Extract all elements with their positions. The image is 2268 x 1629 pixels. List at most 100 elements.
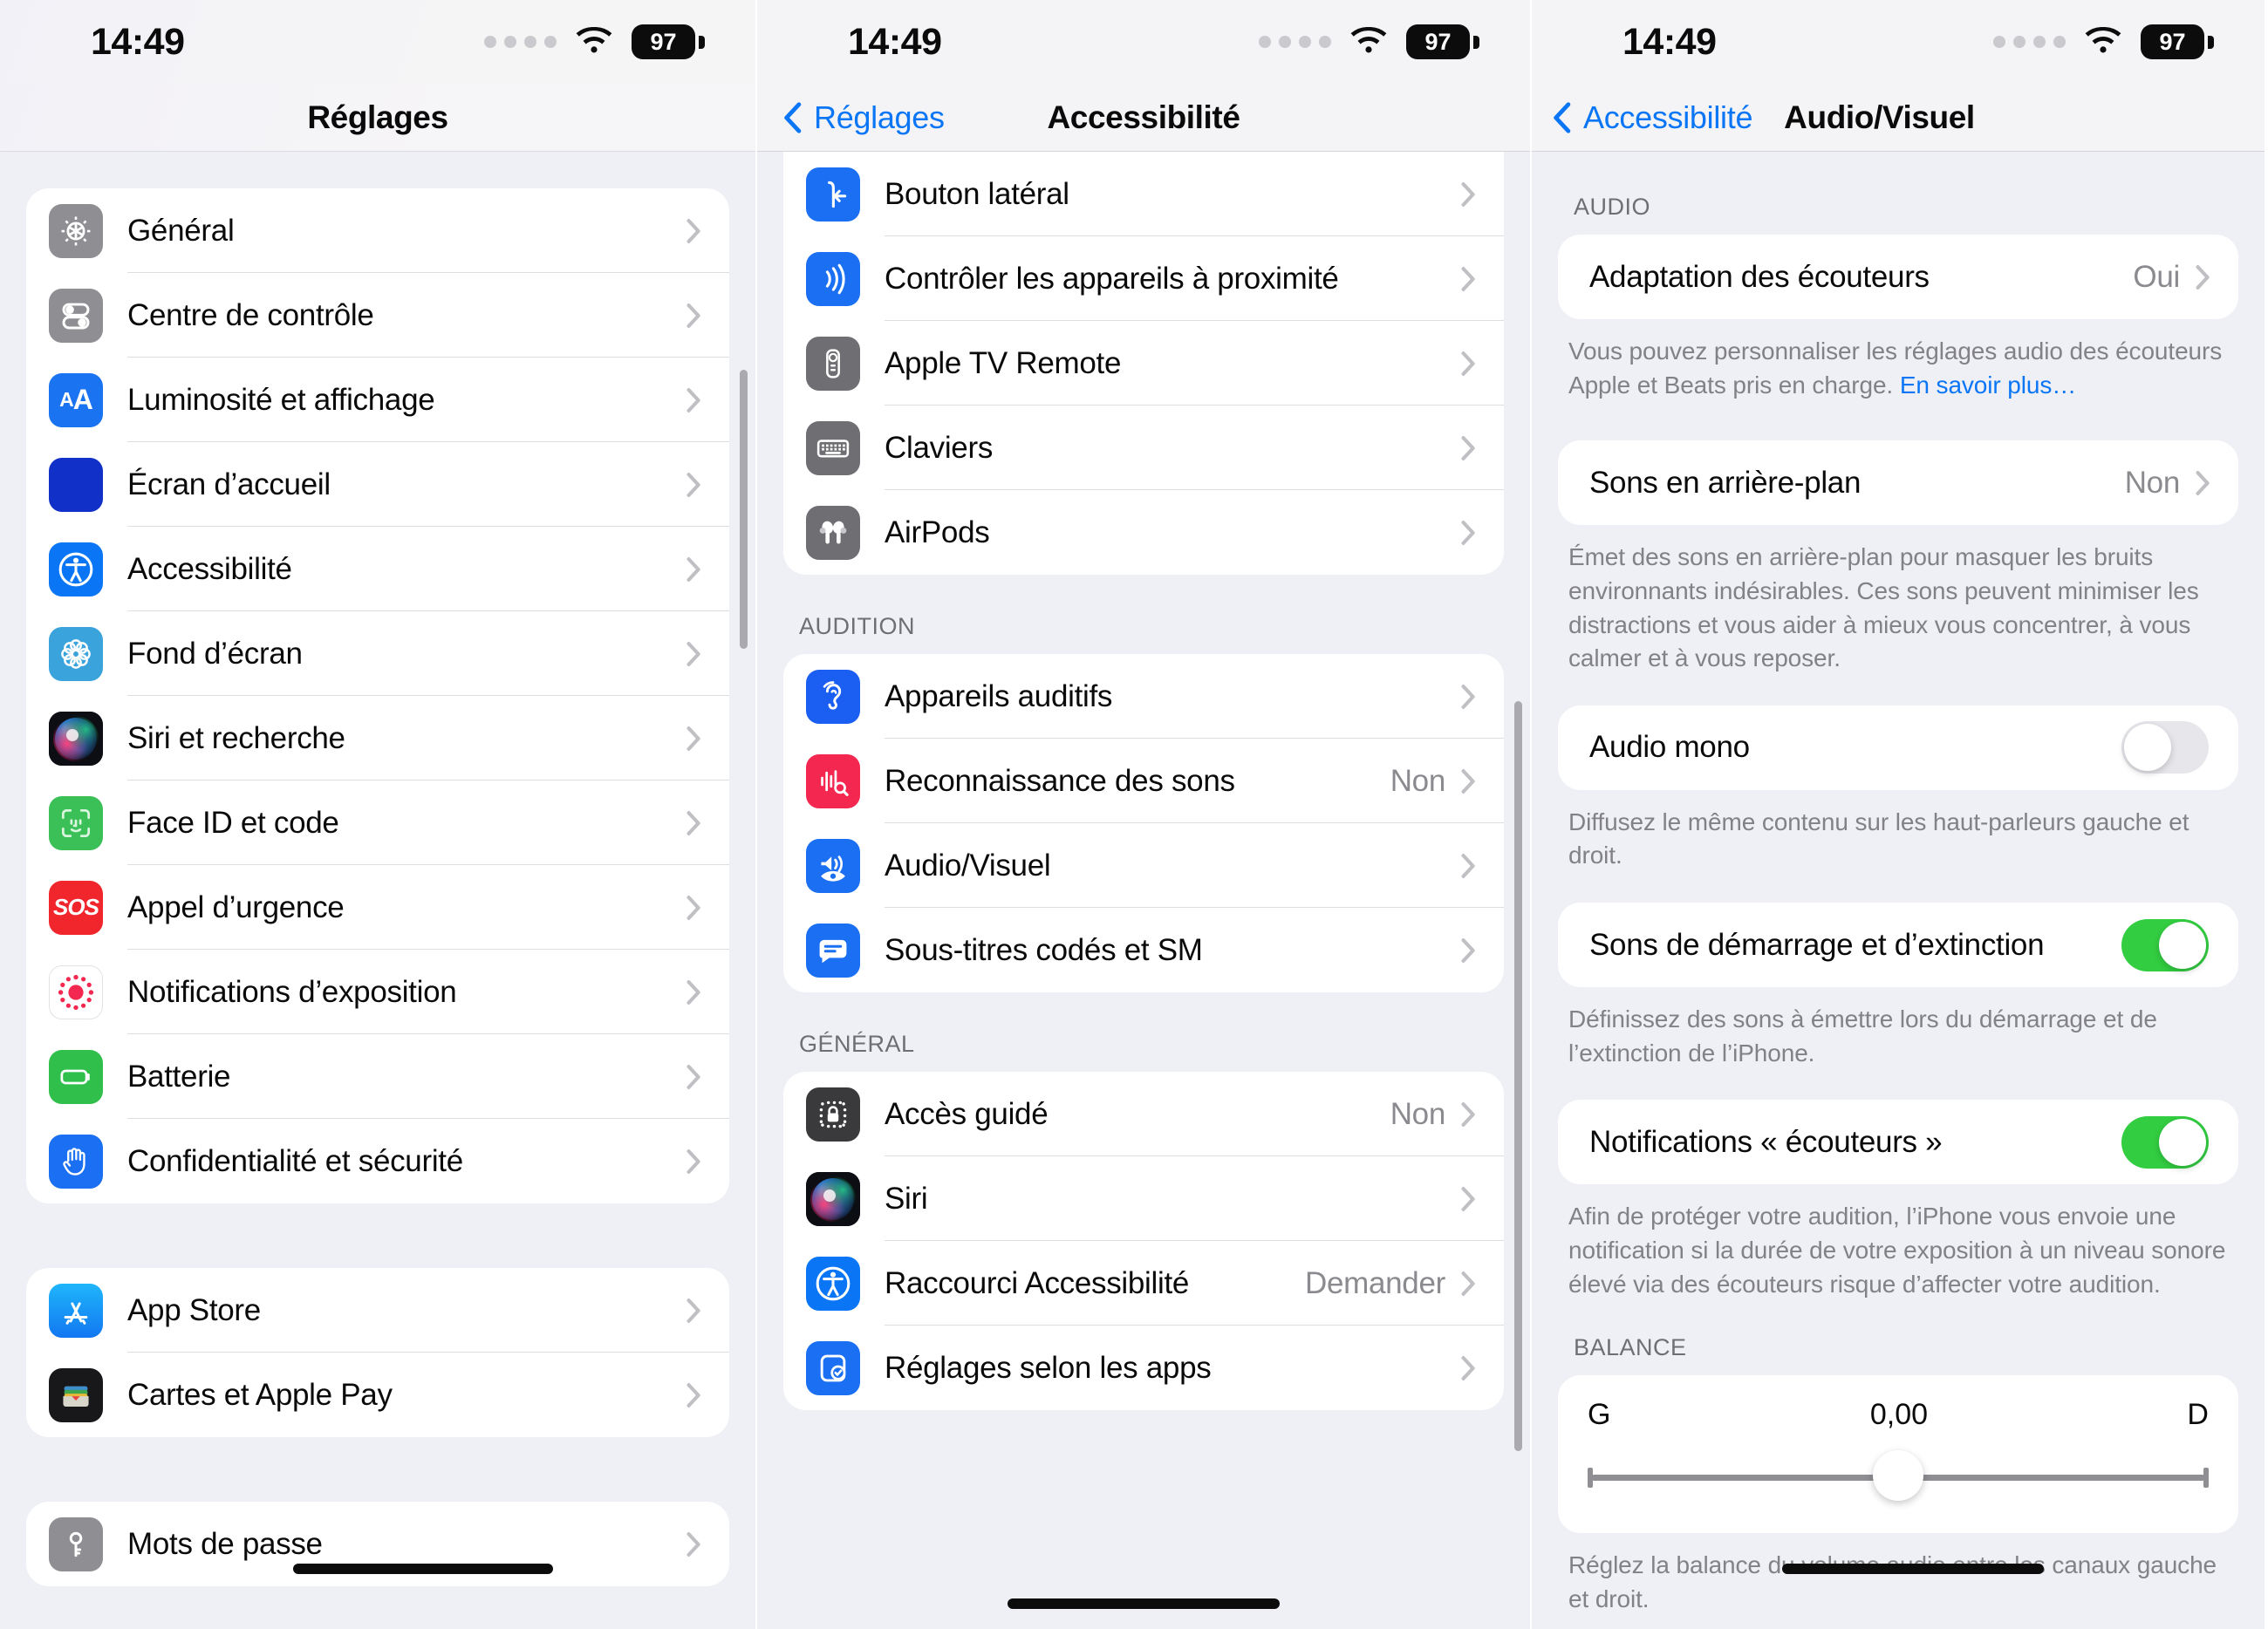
audio-mono-toggle[interactable] [2121,721,2209,774]
row-label: Sons en arrière-plan [1589,465,1862,500]
side-button-icon [806,167,860,222]
row-label: Notifications d’exposition [127,974,457,1009]
apple-tv-remote-icon [806,336,860,391]
chevron-right-icon [1461,1186,1475,1211]
settings-group-main: Général Centre de contrôle A A Luminosit… [26,188,729,1203]
hearing-ear-icon [806,669,860,724]
row-appareils-auditifs[interactable]: Appareils auditifs [783,654,1504,739]
chevron-right-icon [1461,1101,1475,1127]
row-confidentialite-et-securite[interactable]: Confidentialité et sécurité [26,1119,729,1203]
row-reglages-selon-les-apps[interactable]: Réglages selon les apps [783,1326,1504,1410]
row-claviers[interactable]: Claviers [783,406,1504,490]
settings-scroll-2[interactable]: Bouton latéral Contrôler les appareils à… [757,152,1530,1628]
chevron-left-icon [784,101,802,133]
nearby-devices-icon [806,251,860,306]
row-appel-d-urgence[interactable]: SOS Appel d’urgence [26,865,729,950]
row-raccourci-accessibilite[interactable]: Raccourci Accessibilité Demander [783,1241,1504,1326]
chevron-right-icon [1461,853,1475,878]
chevron-right-icon [2196,264,2210,290]
headphone-notifications-toggle[interactable] [2121,1115,2209,1169]
scrollbar-1[interactable] [740,370,748,649]
row-value: Demander [1304,1265,1445,1300]
row-app-store[interactable]: App Store [26,1268,729,1353]
group-background-sounds: Sons en arrière-plan Non [1558,440,2238,526]
chevron-right-icon [687,641,700,666]
row-label: Batterie [127,1059,231,1094]
row-siri-et-recherche[interactable]: Siri et recherche [26,696,729,780]
row-value: Non [2124,465,2181,500]
nav-bar-2: Réglages Accessibilité [757,84,1530,152]
row-ecran-d-accueil[interactable]: Écran d’accueil [26,442,729,527]
back-button-reglages[interactable]: Réglages [783,99,945,136]
row-sons-en-arriere-plan[interactable]: Sons en arrière-plan Non [1558,440,2238,525]
row-siri[interactable]: Siri [783,1156,1504,1241]
row-label: Sons de démarrage et d’extinction [1589,927,2045,962]
group-interaction-partial: Bouton latéral Contrôler les appareils à… [783,152,1504,575]
chevron-right-icon [1461,1355,1475,1380]
row-label: Raccourci Accessibilité [885,1265,1190,1300]
exposure-notifications-icon [49,964,103,1019]
row-reconnaissance-des-sons[interactable]: Reconnaissance des sons Non [783,739,1504,823]
footnote-startup: Définissez des sons à émettre lors du dé… [1568,1005,2157,1067]
row-label: Face ID et code [127,805,339,840]
row-label: Cartes et Apple Pay [127,1377,393,1412]
row-audio-mono[interactable]: Audio mono [1558,705,2238,790]
row-label: Contrôler les appareils à proximité [885,261,1339,296]
app-store-icon [49,1283,103,1338]
chevron-right-icon [687,556,700,582]
wallet-icon [49,1367,103,1422]
balance-right-label: D [2187,1398,2209,1432]
row-label: Siri et recherche [127,720,345,755]
settings-scroll-3[interactable]: AUDIO Adaptation des écouteurs Oui Vous … [1532,152,2265,1628]
row-face-id-et-code[interactable]: Face ID et code [26,780,729,865]
wifi-icon [576,27,612,53]
row-airpods[interactable]: AirPods [783,490,1504,575]
back-button-accessibilite[interactable]: Accessibilité [1553,99,1752,136]
slider-tick-right [2203,1468,2209,1489]
row-acces-guide[interactable]: Accès guidé Non [783,1072,1504,1156]
row-label: Adaptation des écouteurs [1589,259,1930,294]
accessibility-icon [49,542,103,596]
page-title: Réglages [307,99,448,135]
slider-thumb[interactable] [1873,1450,1923,1502]
row-accessibilite[interactable]: Accessibilité [26,527,729,611]
scrollbar-2[interactable] [1514,701,1522,1451]
row-centre-de-controle[interactable]: Centre de contrôle [26,273,729,358]
page-title: Accessibilité [1047,99,1240,135]
row-audio-visuel[interactable]: Audio/Visuel [783,823,1504,908]
wifi-icon [2085,27,2121,53]
battery-percent: 97 [650,28,677,55]
battery-icon: 97 [2141,24,2214,59]
row-sous-titres-codes-et-sm[interactable]: Sous-titres codés et SM [783,908,1504,992]
group-audition: Appareils auditifs Reconnaissance des so… [783,654,1504,992]
row-cartes-et-apple-pay[interactable]: Cartes et Apple Pay [26,1353,729,1437]
row-fond-d-ecran[interactable]: Fond d’écran [26,611,729,696]
back-label: Réglages [814,99,945,135]
row-apple-tv-remote[interactable]: Apple TV Remote [783,321,1504,406]
row-label: Confidentialité et sécurité [127,1143,463,1178]
gear-icon [49,203,103,258]
startup-sounds-toggle[interactable] [2121,918,2209,971]
learn-more-link[interactable]: En savoir plus… [1900,371,2076,399]
sound-recognition-icon [806,753,860,808]
row-sons-de-demarrage[interactable]: Sons de démarrage et d’extinction [1558,903,2238,987]
row-adaptation-des-ecouteurs[interactable]: Adaptation des écouteurs Oui [1558,235,2238,319]
row-notifications-ecouteurs[interactable]: Notifications « écouteurs » [1558,1100,2238,1184]
chevron-right-icon [1461,768,1475,794]
group-startup-sounds: Sons de démarrage et d’extinction [1558,903,2238,987]
status-clock: 14:49 [848,20,942,63]
row-batterie[interactable]: Batterie [26,1034,729,1119]
row-luminosite-et-affichage[interactable]: AA Luminosité et affichage [26,358,729,442]
settings-scroll-1[interactable]: Général Centre de contrôle A A Luminosit… [0,152,755,1628]
status-bar-1: 14:49 97 [0,0,755,84]
privacy-hand-icon [49,1134,103,1189]
row-bouton-lateral[interactable]: Bouton latéral [783,152,1504,236]
row-notifications-d-exposition[interactable]: Notifications d’exposition [26,950,729,1034]
row-general[interactable]: Général [26,188,729,273]
sos-icon: SOS [49,880,103,935]
balance-slider[interactable] [1588,1450,2209,1503]
row-label: Général [127,213,235,248]
chevron-right-icon [687,810,700,835]
row-controler-les-appareils-a-proximite[interactable]: Contrôler les appareils à proximité [783,236,1504,321]
row-label: Accès guidé [885,1096,1049,1131]
